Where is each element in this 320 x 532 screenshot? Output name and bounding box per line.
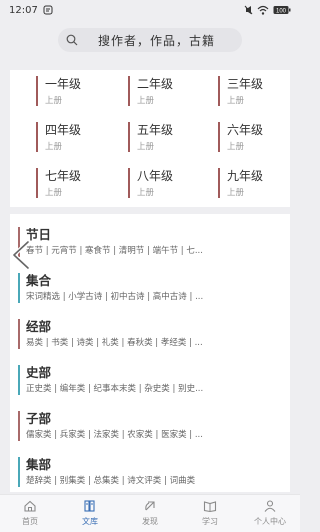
grade-title: 九年级 <box>227 169 264 183</box>
category-name: 集合 <box>26 273 52 288</box>
back-arrow-icon[interactable] <box>10 240 34 270</box>
category-name: 子部 <box>26 411 52 426</box>
grade-accent-bar <box>36 168 38 198</box>
grade-title: 五年级 <box>137 123 174 137</box>
library-icon <box>84 500 95 512</box>
grade-subtitle: 上册 <box>45 188 63 198</box>
tab-home-label: 首页 <box>22 517 38 526</box>
grade-subtitle: 上册 <box>227 96 245 106</box>
grade-item[interactable]: 五年级 上册 <box>128 120 198 156</box>
notification-icon <box>43 5 53 15</box>
grade-accent-bar <box>218 122 220 152</box>
category-item[interactable]: 集合宋词精选 | 小学古诗 | 初中古诗 | 高中古诗 | ... <box>10 270 290 314</box>
search-bar[interactable]: 搜作者，作品，古籍 <box>58 28 242 52</box>
grade-subtitle: 上册 <box>137 142 155 152</box>
category-item[interactable]: 经部易类 | 书类 | 诗类 | 礼类 | 春秋类 | 孝经类 | ... <box>10 316 290 360</box>
category-accent-bar <box>18 411 20 441</box>
category-accent-bar <box>18 457 20 487</box>
grade-title: 七年级 <box>45 169 82 183</box>
grade-title: 三年级 <box>227 77 264 91</box>
tab-discover-label: 发现 <box>142 517 158 526</box>
grade-item[interactable]: 四年级 上册 <box>36 120 106 156</box>
grade-accent-bar <box>128 76 130 106</box>
grade-item[interactable]: 二年级 上册 <box>128 74 198 110</box>
grade-item[interactable]: 六年级 上册 <box>218 120 288 156</box>
grade-title: 一年级 <box>45 77 82 91</box>
grade-accent-bar <box>218 168 220 198</box>
grade-subtitle: 上册 <box>137 188 155 198</box>
grade-accent-bar <box>128 122 130 152</box>
tab-profile[interactable]: 个人中心 <box>240 495 300 532</box>
search-placeholder: 搜作者，作品，古籍 <box>98 33 216 48</box>
grade-accent-bar <box>36 122 38 152</box>
status-bar: 12:07 100 <box>0 0 300 20</box>
tab-profile-label: 个人中心 <box>254 517 286 526</box>
grade-accent-bar <box>36 76 38 106</box>
battery-level: 100 <box>276 9 287 15</box>
book-icon <box>203 501 217 513</box>
category-accent-bar <box>18 365 20 395</box>
category-name: 史部 <box>26 365 52 380</box>
grade-item[interactable]: 七年级 上册 <box>36 166 106 202</box>
tab-home[interactable]: 首页 <box>0 495 60 532</box>
category-subitems: 春节 | 元宵节 | 寒食节 | 清明节 | 端午节 | 七... <box>26 246 203 256</box>
category-name: 经部 <box>26 319 52 334</box>
status-left: 12:07 <box>9 5 53 16</box>
category-item[interactable]: 集部楚辞类 | 别集类 | 总集类 | 诗文评类 | 词曲类 <box>10 454 290 492</box>
grade-grid: 一年级 上册 二年级 上册 三年级 上册 四年级 上册 五年级 上册 六年级 上册 七年级 上册 八年级 上册… <box>10 70 290 207</box>
grade-subtitle: 上册 <box>45 96 63 106</box>
grade-item[interactable]: 一年级 上册 <box>36 74 106 110</box>
category-card: 节日 春节 | 元宵节 | 寒食节 | 清明节 | 端午节 | 七... 集合 宋词精… <box>10 214 290 492</box>
category-item[interactable]: 子部儒家类 | 兵家类 | 法家类 | 农家类 | 医家类 | ... <box>10 408 290 452</box>
category-accent-bar <box>18 273 20 303</box>
status-right: 100 <box>244 5 291 15</box>
category-subitems: 正史类 | 编年类 | 纪事本末类 | 杂史类 | 别史... <box>26 384 204 394</box>
tab-library[interactable]: 文库 <box>60 495 120 532</box>
wifi-icon <box>257 5 269 15</box>
category-subitems: 儒家类 | 兵家类 | 法家类 | 农家类 | 医家类 | ... <box>26 430 203 440</box>
grade-item[interactable]: 八年级 上册 <box>128 166 198 202</box>
battery-icon: 100 <box>273 6 291 15</box>
home-icon <box>24 500 36 512</box>
grade-item[interactable]: 九年级 上册 <box>218 166 288 202</box>
grade-title: 八年级 <box>137 169 174 183</box>
grade-card: 一年级 上册 二年级 上册 三年级 上册 四年级 上册 五年级 上册 六年级 上册 七年级 上册 八年级 上册… <box>10 70 290 207</box>
status-time: 12:07 <box>9 4 38 16</box>
tab-study[interactable]: 学习 <box>180 495 240 532</box>
tab-study-label: 学习 <box>202 517 218 526</box>
grade-title: 六年级 <box>227 123 264 137</box>
person-icon <box>264 500 276 512</box>
category-name: 集部 <box>26 457 52 472</box>
category-subitems: 宋词精选 | 小学古诗 | 初中古诗 | 高中古诗 | ... <box>26 292 204 302</box>
grade-subtitle: 上册 <box>45 142 63 152</box>
grade-title: 二年级 <box>137 77 174 91</box>
category-subitems: 易类 | 书类 | 诗类 | 礼类 | 春秋类 | 孝经类 | ... <box>26 338 203 348</box>
grade-subtitle: 上册 <box>227 188 245 198</box>
search-icon <box>66 34 78 46</box>
tab-bar: 首页 文库 发现 学习 个人中心 <box>0 494 300 532</box>
grade-accent-bar <box>218 76 220 106</box>
grade-subtitle: 上册 <box>227 142 245 152</box>
category-item[interactable]: 节日 春节 | 元宵节 | 寒食节 | 清明节 | 端午节 | 七... <box>10 224 290 268</box>
tab-library-label: 文库 <box>82 517 98 526</box>
grade-accent-bar <box>128 168 130 198</box>
grade-item[interactable]: 三年级 上册 <box>218 74 288 110</box>
grade-subtitle: 上册 <box>137 96 155 106</box>
discover-icon <box>145 501 155 511</box>
category-item[interactable]: 史部正史类 | 编年类 | 纪事本末类 | 杂史类 | 别史... <box>10 362 290 406</box>
category-subitems: 楚辞类 | 别集类 | 总集类 | 诗文评类 | 词曲类 <box>26 476 196 486</box>
grade-title: 四年级 <box>45 123 82 137</box>
tab-discover[interactable]: 发现 <box>120 495 180 532</box>
category-accent-bar <box>18 319 20 349</box>
silent-icon <box>244 5 253 15</box>
